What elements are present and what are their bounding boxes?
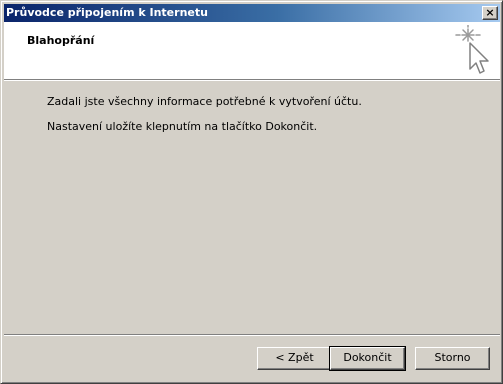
page-title: Blahopřání (27, 34, 95, 47)
finish-button[interactable]: Dokončit (329, 346, 406, 371)
close-icon: × (485, 6, 495, 19)
footer-separator (4, 334, 500, 336)
cancel-button[interactable]: Storno (415, 347, 490, 370)
header-panel: Blahopřání (4, 22, 500, 79)
wizard-sparkle-cursor-icon (455, 25, 489, 74)
wizard-window: Průvodce připojením k Internetu × Blahop… (0, 0, 503, 384)
info-text-line-2: Nastavení uložíte klepnutím na tlačítko … (47, 120, 318, 133)
header-separator (4, 79, 500, 81)
close-button[interactable]: × (482, 6, 498, 20)
title-bar[interactable]: Průvodce připojením k Internetu × (4, 4, 500, 22)
back-button[interactable]: < Zpět (257, 347, 332, 370)
window-title: Průvodce připojením k Internetu (6, 6, 208, 19)
info-text-line-1: Zadali jste všechny informace potřebné k… (47, 95, 362, 108)
